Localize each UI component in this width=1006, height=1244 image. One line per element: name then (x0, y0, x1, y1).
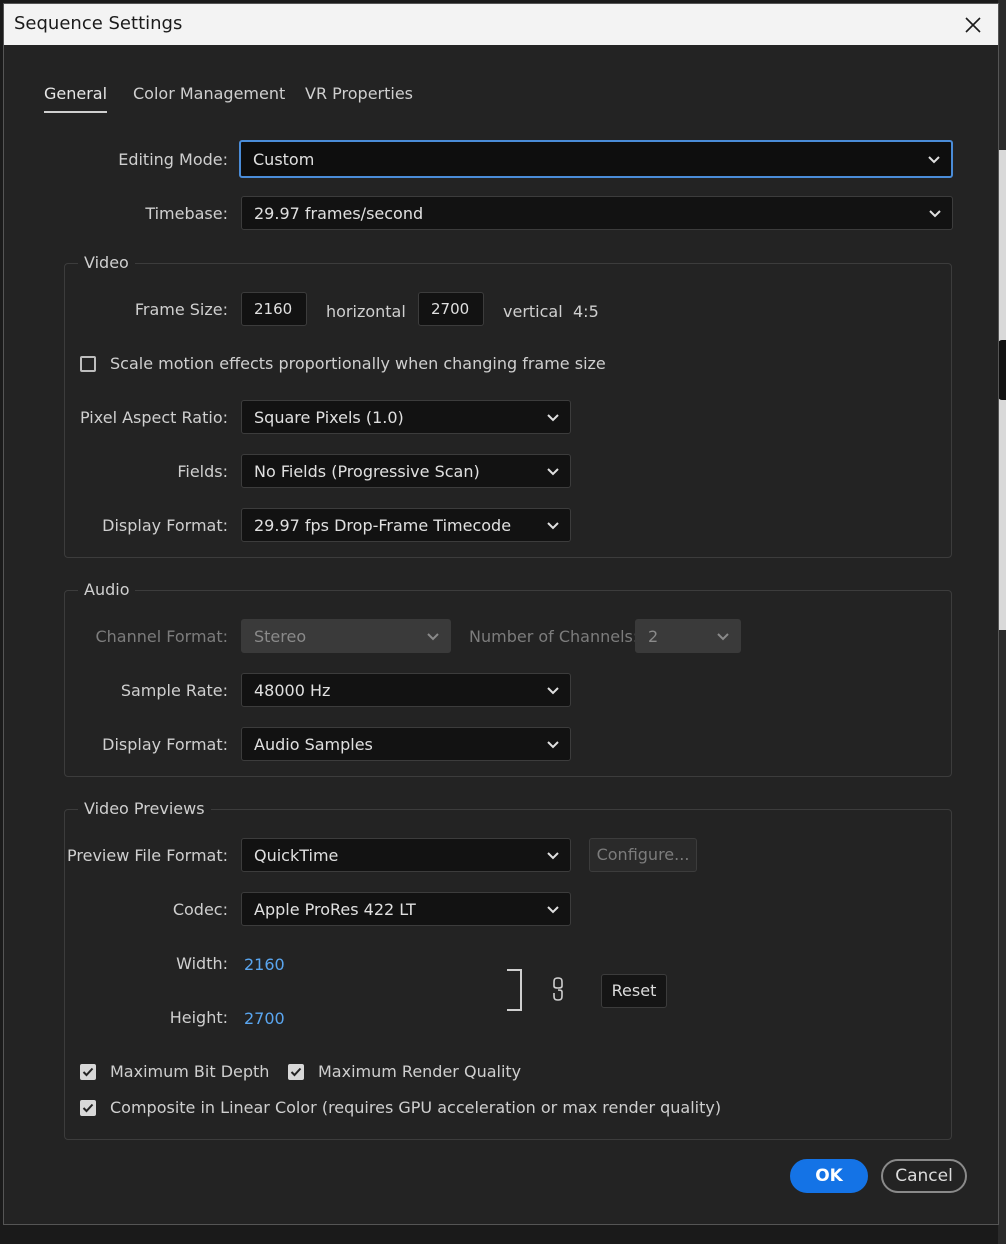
channel-format-label: Channel Format: (95, 627, 228, 646)
video-group-title: Video (78, 253, 135, 272)
aspect-ratio-text: 4:5 (573, 302, 599, 321)
background-window-edge (998, 0, 1006, 1244)
audio-group-title: Audio (78, 580, 136, 599)
pixel-aspect-ratio-label: Pixel Aspect Ratio: (80, 408, 228, 427)
codec-select[interactable]: Apple ProRes 422 LT (241, 892, 571, 926)
editing-mode-label: Editing Mode: (118, 150, 228, 169)
preview-height-label: Height: (169, 1008, 228, 1027)
tab-color-management[interactable]: Color Management (133, 84, 285, 103)
horizontal-label: horizontal (326, 302, 406, 321)
frame-size-label: Frame Size: (134, 300, 228, 319)
chevron-down-icon (427, 633, 439, 641)
timebase-label: Timebase: (145, 204, 228, 223)
channel-format-select: Stereo (241, 619, 451, 653)
codec-value: Apple ProRes 422 LT (254, 900, 416, 919)
linear-color-label: Composite in Linear Color (requires GPU … (110, 1098, 722, 1117)
link-icon[interactable] (549, 976, 567, 1002)
tab-general[interactable]: General (44, 84, 108, 113)
audio-display-format-value: Audio Samples (254, 735, 373, 754)
dialog-title: Sequence Settings (14, 13, 183, 34)
preview-width-label: Width: (176, 954, 228, 973)
chevron-down-icon (929, 210, 941, 218)
video-display-format-select[interactable]: 29.97 fps Drop-Frame Timecode (241, 508, 571, 542)
checkmark-icon (82, 1103, 94, 1113)
configure-button: Configure... (589, 838, 697, 872)
checkmark-icon (290, 1067, 302, 1077)
num-channels-label: Number of Channels: (469, 627, 639, 646)
codec-label: Codec: (172, 900, 228, 919)
scale-motion-label: Scale motion effects proportionally when… (110, 354, 606, 373)
chevron-down-icon (547, 687, 559, 695)
chevron-down-icon (547, 414, 559, 422)
fields-value: No Fields (Progressive Scan) (254, 462, 480, 481)
video-display-format-label: Display Format: (102, 516, 228, 535)
chevron-down-icon (547, 468, 559, 476)
background-window-fragment (998, 340, 1006, 400)
editing-mode-value: Custom (253, 150, 315, 169)
frame-width-input[interactable]: 2160 (241, 292, 307, 326)
sample-rate-value: 48000 Hz (254, 681, 331, 700)
fields-select[interactable]: No Fields (Progressive Scan) (241, 454, 571, 488)
scale-motion-checkbox[interactable] (80, 356, 96, 372)
cancel-button[interactable]: Cancel (881, 1159, 967, 1193)
video-display-format-value: 29.97 fps Drop-Frame Timecode (254, 516, 512, 535)
preview-file-format-label: Preview File Format: (67, 846, 228, 865)
video-previews-group-title: Video Previews (78, 799, 211, 818)
max-bit-depth-label: Maximum Bit Depth (110, 1062, 270, 1081)
chevron-down-icon (928, 156, 940, 164)
chevron-down-icon (547, 741, 559, 749)
fields-label: Fields: (177, 462, 228, 481)
title-bar: Sequence Settings (4, 4, 998, 45)
tab-vr-properties[interactable]: VR Properties (305, 84, 413, 103)
audio-display-format-label: Display Format: (102, 735, 228, 754)
audio-display-format-select[interactable]: Audio Samples (241, 727, 571, 761)
checkmark-icon (82, 1067, 94, 1077)
sample-rate-label: Sample Rate: (120, 681, 228, 700)
chevron-down-icon (717, 633, 729, 641)
linear-color-checkbox[interactable] (80, 1100, 96, 1116)
sample-rate-select[interactable]: 48000 Hz (241, 673, 571, 707)
editing-mode-select[interactable]: Custom (239, 140, 953, 178)
preview-width-value[interactable]: 2160 (244, 955, 285, 974)
pixel-aspect-ratio-select[interactable]: Square Pixels (1.0) (241, 400, 571, 434)
preview-file-format-select[interactable]: QuickTime (241, 838, 571, 872)
ok-button[interactable]: OK (790, 1159, 868, 1193)
num-channels-value: 2 (648, 627, 659, 646)
timebase-select[interactable]: 29.97 frames/second (241, 196, 953, 230)
chevron-down-icon (547, 522, 559, 530)
pixel-aspect-ratio-value: Square Pixels (1.0) (254, 408, 404, 427)
max-render-quality-checkbox[interactable] (288, 1064, 304, 1080)
vertical-label: vertical (503, 302, 563, 321)
preview-file-format-value: QuickTime (254, 846, 339, 865)
num-channels-select: 2 (635, 619, 741, 653)
max-bit-depth-checkbox[interactable] (80, 1064, 96, 1080)
preview-height-value[interactable]: 2700 (244, 1009, 285, 1028)
reset-button[interactable]: Reset (601, 974, 667, 1008)
max-render-quality-label: Maximum Render Quality (318, 1062, 522, 1081)
sequence-settings-dialog: Sequence Settings General Color Manageme… (3, 3, 999, 1225)
chevron-down-icon (547, 852, 559, 860)
link-bracket-icon (507, 969, 522, 1011)
frame-height-input[interactable]: 2700 (418, 292, 484, 326)
channel-format-value: Stereo (254, 627, 307, 646)
chevron-down-icon (547, 906, 559, 914)
close-icon[interactable] (958, 10, 988, 40)
timebase-value: 29.97 frames/second (254, 204, 424, 223)
